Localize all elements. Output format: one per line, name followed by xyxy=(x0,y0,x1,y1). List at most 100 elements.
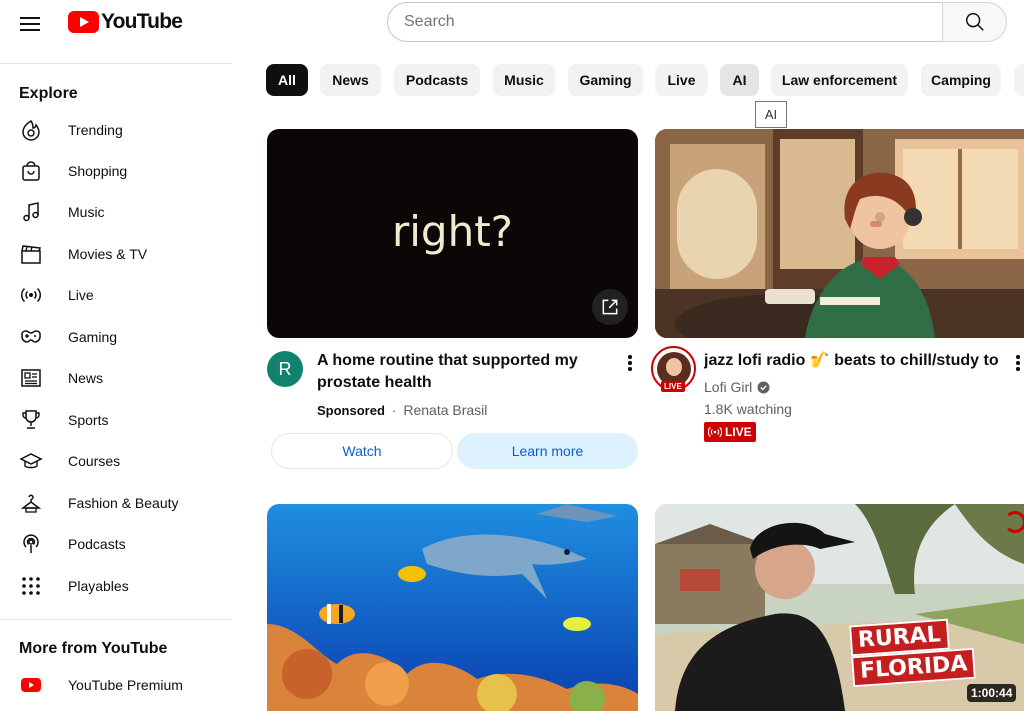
youtube-play-icon xyxy=(68,11,99,33)
playables-grid-icon xyxy=(19,574,43,598)
chip-podcasts[interactable]: Podcasts xyxy=(394,64,480,96)
external-link-icon[interactable] xyxy=(592,289,628,325)
sidebar-item-label: News xyxy=(68,370,104,386)
trophy-icon xyxy=(19,408,43,432)
sidebar-item-label: Trending xyxy=(68,122,123,138)
live-badge-label: LIVE xyxy=(725,425,752,439)
channel-name[interactable]: Lofi Girl xyxy=(704,379,752,395)
graduation-cap-icon xyxy=(19,449,43,473)
live-broadcast-icon xyxy=(708,426,722,438)
hamburger-bar xyxy=(20,23,40,25)
channel-row: Lofi Girl xyxy=(704,379,770,395)
sidebar-item-courses[interactable]: Courses xyxy=(12,441,220,481)
hanger-icon xyxy=(19,491,43,515)
sidebar-item-fashion-beauty[interactable]: Fashion & Beauty xyxy=(12,483,220,523)
chip-gaming[interactable]: Gaming xyxy=(568,64,643,96)
view-count: 1.8K watching xyxy=(704,401,792,417)
ocean-illustration xyxy=(267,504,638,711)
sidebar-item-gaming[interactable]: Gaming xyxy=(12,317,220,357)
sidebar-item-movies-tv[interactable]: Movies & TV xyxy=(12,234,220,274)
avatar-face xyxy=(665,357,682,376)
sidebar-item-label: Courses xyxy=(68,453,121,469)
trending-icon xyxy=(19,118,43,142)
ad-title-line: prostate health xyxy=(317,374,432,391)
logo-text: YouTube xyxy=(101,10,183,33)
rural-florida-illustration xyxy=(655,504,1024,711)
divider xyxy=(0,619,232,620)
hamburger-bar xyxy=(20,17,40,19)
advertiser-name: Renata Brasil xyxy=(403,402,488,418)
shopping-bag-icon xyxy=(19,159,43,183)
chip-live[interactable]: Live xyxy=(655,64,708,96)
ad-thumbnail-text: right? xyxy=(392,207,513,256)
sidebar-item-live[interactable]: Live xyxy=(12,275,220,315)
sidebar-item-podcasts[interactable]: Podcasts xyxy=(12,524,220,564)
chip-law-enforcement[interactable]: Law enforcement xyxy=(771,64,908,96)
youtube-logo[interactable]: YouTube xyxy=(68,10,183,34)
youtube-premium-icon xyxy=(19,673,43,697)
sidebar-item-sports[interactable]: Sports xyxy=(12,400,220,440)
masthead: YouTube xyxy=(0,0,1024,56)
sidebar-item-label: Playables xyxy=(68,578,129,594)
ad-title-line: A home routine that supported my xyxy=(317,352,578,369)
video-title-lofi[interactable]: jazz lofi radio 🎷 beats to chill/study t… xyxy=(704,350,1004,372)
ad-thumbnail[interactable]: right? xyxy=(267,129,638,338)
avatar-live-badge: LIVE xyxy=(661,381,685,392)
sidebar-item-label: Sports xyxy=(68,412,109,428)
ad-learn-more-button[interactable]: Learn more xyxy=(457,433,638,469)
sidebar-item-label: Movies & TV xyxy=(68,246,148,262)
sidebar-item-shopping[interactable]: Shopping xyxy=(12,151,220,191)
ad-meta-row: Sponsored · Renata Brasil xyxy=(317,402,487,418)
sidebar-item-trending[interactable]: Trending xyxy=(12,110,220,150)
music-note-icon xyxy=(19,200,43,224)
search-input[interactable] xyxy=(387,2,943,42)
filter-chip-bar: All News Podcasts Music Gaming Live AI L… xyxy=(266,64,1024,96)
clapperboard-icon xyxy=(19,242,43,266)
hamburger-bar xyxy=(20,29,40,31)
ad-watch-button[interactable]: Watch xyxy=(271,433,453,469)
meta-separator: · xyxy=(391,402,397,418)
chip-tooltip: AI xyxy=(755,101,787,128)
gamepad-icon xyxy=(19,325,43,349)
sidebar-item-youtube-premium[interactable]: YouTube Premium xyxy=(12,665,220,705)
sidebar-item-label: Music xyxy=(68,204,105,220)
video-duration: 1:00:44 xyxy=(967,684,1017,702)
video-thumbnail-ocean[interactable] xyxy=(267,504,638,711)
chip-all[interactable]: All xyxy=(266,64,308,96)
video-thumbnail-lofi[interactable] xyxy=(655,129,1024,338)
live-broadcast-icon xyxy=(19,283,43,307)
live-status-badge: LIVE xyxy=(704,422,756,442)
chip-music[interactable]: Music xyxy=(493,64,555,96)
guide-menu-button[interactable] xyxy=(18,12,44,38)
sidebar-item-label: Gaming xyxy=(68,329,118,345)
sponsored-label: Sponsored xyxy=(317,403,385,418)
sidebar-item-music[interactable]: Music xyxy=(12,192,220,232)
loading-spinner-icon xyxy=(1004,511,1024,533)
podcast-icon xyxy=(19,532,43,556)
chip-news[interactable]: News xyxy=(320,64,381,96)
sidebar-item-label: Shopping xyxy=(68,163,128,179)
guide-sidebar: Explore Trending Shopping Music Movies &… xyxy=(0,56,232,711)
sidebar-item-news[interactable]: News xyxy=(12,358,220,398)
video-thumbnail-rural-florida[interactable]: RURAL FLORIDA 1:00:44 xyxy=(655,504,1024,711)
chip-camping[interactable]: Camping xyxy=(921,64,1001,96)
chip-ai[interactable]: AI xyxy=(720,64,759,96)
newspaper-icon xyxy=(19,366,43,390)
sidebar-item-label: Podcasts xyxy=(68,536,126,552)
channel-avatar-lofi-girl[interactable]: LIVE xyxy=(651,346,696,392)
ad-title[interactable]: A home routine that supported my prostat… xyxy=(317,350,607,394)
sidebar-item-label: YouTube Premium xyxy=(68,677,183,693)
verified-check-icon xyxy=(757,381,770,393)
video-more-actions-button[interactable] xyxy=(1006,351,1024,375)
lofi-illustration xyxy=(655,129,1024,338)
search-icon xyxy=(965,13,984,31)
sidebar-item-label: Fashion & Beauty xyxy=(68,495,179,511)
section-title-explore: Explore xyxy=(19,85,78,102)
ad-advertiser-avatar[interactable]: R xyxy=(267,351,303,387)
sidebar-item-playables[interactable]: Playables xyxy=(12,566,220,606)
sidebar-item-label: Live xyxy=(68,287,94,303)
chip-next-partial[interactable] xyxy=(1014,64,1024,96)
ad-more-actions-button[interactable] xyxy=(618,351,642,375)
divider xyxy=(0,63,232,64)
search-button[interactable] xyxy=(942,2,1007,42)
